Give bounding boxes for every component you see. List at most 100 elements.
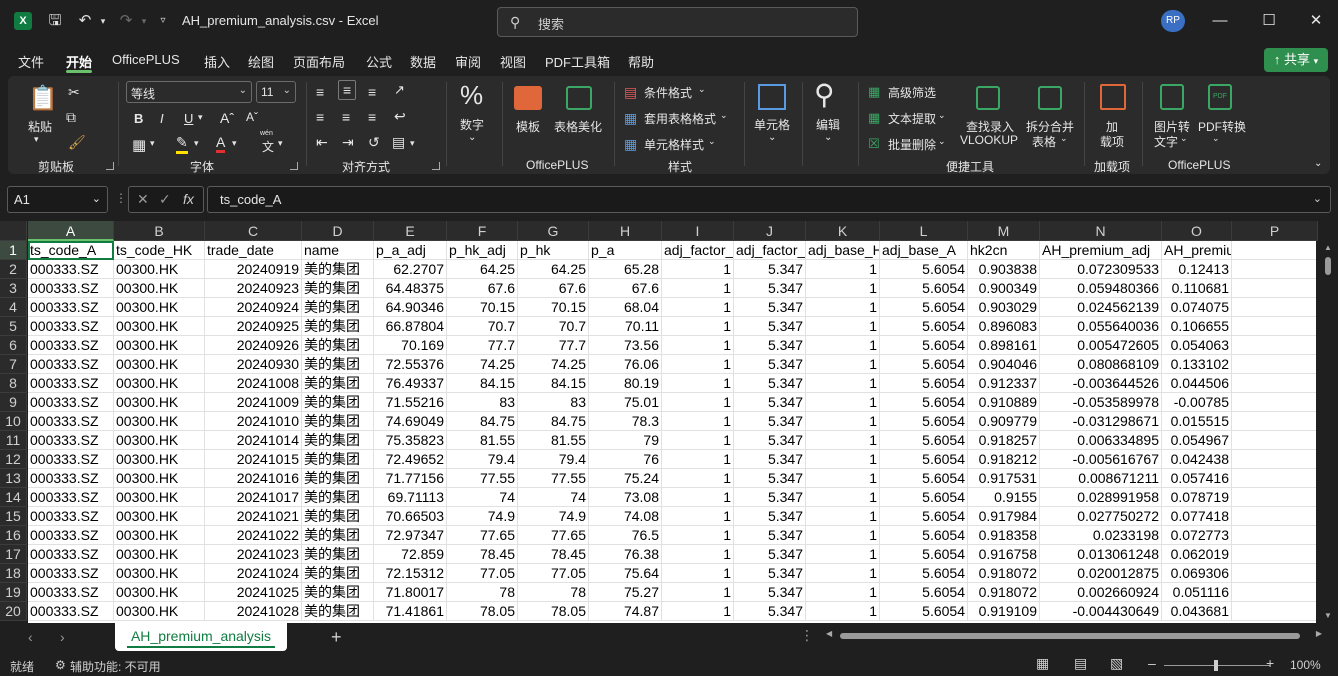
table-cell[interactable]: 1 bbox=[662, 279, 734, 298]
table-cell[interactable]: 1 bbox=[662, 450, 734, 469]
table-cell[interactable]: 64.25 bbox=[447, 260, 518, 279]
table-cell[interactable]: 72.15312 bbox=[374, 564, 447, 583]
table-cell[interactable]: 000333.SZ bbox=[28, 526, 114, 545]
table-cell[interactable]: 00300.HK bbox=[114, 317, 205, 336]
table-cell[interactable]: 5.347 bbox=[734, 279, 806, 298]
cell-styles-icon[interactable]: ▦ bbox=[624, 136, 637, 153]
horizontal-scrollbar[interactable]: ◀ ▶ bbox=[826, 629, 1322, 643]
table-cell[interactable]: 5.6054 bbox=[880, 469, 968, 488]
row-header[interactable]: 3 bbox=[0, 279, 27, 298]
column-header[interactable]: M bbox=[968, 221, 1040, 241]
table-cell[interactable]: -0.005616767 bbox=[1040, 450, 1162, 469]
table-cell[interactable]: 1 bbox=[806, 431, 880, 450]
split-merge-button-line2[interactable]: 表格 bbox=[1032, 133, 1056, 150]
table-cell[interactable] bbox=[1232, 298, 1316, 317]
row-header[interactable]: 2 bbox=[0, 260, 27, 279]
align-middle-icon[interactable]: ≡ bbox=[338, 80, 357, 100]
table-cell[interactable]: 1 bbox=[806, 545, 880, 564]
table-cell[interactable]: 70.11 bbox=[589, 317, 662, 336]
table-cell[interactable]: 000333.SZ bbox=[28, 545, 114, 564]
table-cell[interactable]: 00300.HK bbox=[114, 488, 205, 507]
table-cell[interactable]: 76.06 bbox=[589, 355, 662, 374]
borders-dropdown-icon[interactable]: ▾ bbox=[150, 138, 155, 149]
tab-file[interactable]: 文件 bbox=[18, 52, 44, 71]
table-cell[interactable]: 5.347 bbox=[734, 507, 806, 526]
table-cell[interactable]: 000333.SZ bbox=[28, 488, 114, 507]
table-cell[interactable]: 74.87 bbox=[589, 602, 662, 621]
table-cell[interactable]: 72.55376 bbox=[374, 355, 447, 374]
advanced-filter-button[interactable]: 高级筛选 bbox=[888, 84, 936, 101]
table-cell[interactable]: 20240923 bbox=[205, 279, 302, 298]
table-cell[interactable]: 20241008 bbox=[205, 374, 302, 393]
table-cell[interactable]: 00300.HK bbox=[114, 336, 205, 355]
table-cell[interactable]: 000333.SZ bbox=[28, 279, 114, 298]
borders-icon[interactable]: ▦ bbox=[132, 136, 146, 154]
table-cell[interactable]: 20241017 bbox=[205, 488, 302, 507]
table-beautify-icon[interactable] bbox=[566, 86, 592, 110]
table-cell[interactable]: 65.28 bbox=[589, 260, 662, 279]
table-cell[interactable]: 1 bbox=[662, 355, 734, 374]
table-cell[interactable]: 74.25 bbox=[447, 355, 518, 374]
row-header[interactable]: 18 bbox=[0, 564, 27, 583]
tab-review[interactable]: 审阅 bbox=[455, 52, 481, 71]
tab-view[interactable]: 视图 bbox=[500, 52, 526, 71]
table-cell[interactable]: 5.6054 bbox=[880, 564, 968, 583]
table-cell[interactable]: 0.020012875 bbox=[1040, 564, 1162, 583]
table-cell[interactable]: 0.080868109 bbox=[1040, 355, 1162, 374]
format-painter-icon[interactable]: 🖌 bbox=[68, 134, 86, 151]
template-button[interactable]: 模板 bbox=[516, 118, 540, 135]
hscroll-thumb[interactable] bbox=[840, 633, 1300, 639]
next-sheet-icon[interactable]: › bbox=[60, 629, 65, 645]
split-merge-icon[interactable] bbox=[1038, 86, 1062, 110]
column-header[interactable]: P bbox=[1232, 221, 1318, 241]
table-cell[interactable]: 1 bbox=[662, 374, 734, 393]
scroll-left-icon[interactable]: ◀ bbox=[826, 629, 832, 638]
table-cell[interactable]: 00300.HK bbox=[114, 450, 205, 469]
table-cell[interactable]: 5.347 bbox=[734, 355, 806, 374]
table-cell[interactable]: 美的集团 bbox=[302, 507, 374, 526]
chevron-down-icon[interactable]: ⌄ bbox=[938, 110, 946, 121]
page-layout-view-icon[interactable]: ▤ bbox=[1074, 655, 1087, 672]
table-cell[interactable]: 美的集团 bbox=[302, 298, 374, 317]
table-cell[interactable]: 78.05 bbox=[518, 602, 589, 621]
table-cell[interactable]: 81.55 bbox=[447, 431, 518, 450]
table-cell[interactable]: 0.918358 bbox=[968, 526, 1040, 545]
table-cell[interactable]: 71.77156 bbox=[374, 469, 447, 488]
column-header[interactable]: C bbox=[205, 221, 302, 241]
editing-button[interactable]: 编辑 bbox=[816, 116, 840, 133]
text-extract-icon[interactable]: ▦ bbox=[868, 110, 880, 126]
format-as-table-button[interactable]: 套用表格格式 bbox=[644, 110, 716, 127]
tab-page-layout[interactable]: 页面布局 bbox=[293, 52, 345, 71]
tab-home[interactable]: 开始 bbox=[66, 52, 92, 71]
table-cell[interactable]: 78.45 bbox=[447, 545, 518, 564]
vlookup-icon[interactable] bbox=[976, 86, 1000, 110]
table-cell[interactable]: 20241025 bbox=[205, 583, 302, 602]
table-cell[interactable]: 美的集团 bbox=[302, 564, 374, 583]
name-box[interactable]: A1 ⌄ bbox=[7, 186, 108, 213]
table-cell[interactable]: 0.898161 bbox=[968, 336, 1040, 355]
table-cell[interactable]: 64.48375 bbox=[374, 279, 447, 298]
table-cell[interactable]: 20241023 bbox=[205, 545, 302, 564]
merge-dropdown-icon[interactable]: ▾ bbox=[410, 138, 415, 149]
user-avatar[interactable]: RP bbox=[1161, 10, 1185, 32]
table-cell[interactable]: 79.4 bbox=[518, 450, 589, 469]
italic-button[interactable]: I bbox=[160, 111, 164, 126]
column-header[interactable]: N bbox=[1040, 221, 1162, 241]
text-extract-button[interactable]: 文本提取 bbox=[888, 110, 936, 127]
table-cell[interactable] bbox=[1232, 336, 1316, 355]
row-header[interactable]: 13 bbox=[0, 469, 27, 488]
row-header[interactable]: 19 bbox=[0, 583, 27, 602]
tab-splitter-icon[interactable]: ⋮ bbox=[800, 627, 814, 644]
table-cell[interactable]: 美的集团 bbox=[302, 602, 374, 621]
column-header[interactable]: A bbox=[28, 221, 114, 241]
table-cell[interactable]: 00300.HK bbox=[114, 260, 205, 279]
redo-icon[interactable]: ↷ bbox=[116, 11, 136, 31]
prev-sheet-icon[interactable]: ‹ bbox=[28, 629, 33, 645]
table-cell[interactable]: 72.859 bbox=[374, 545, 447, 564]
table-cell[interactable]: 0.015515 bbox=[1162, 412, 1232, 431]
header-cell[interactable]: trade_date bbox=[205, 241, 302, 260]
table-cell[interactable]: 1 bbox=[806, 526, 880, 545]
table-cell[interactable]: 00300.HK bbox=[114, 602, 205, 621]
table-cell[interactable]: 1 bbox=[662, 393, 734, 412]
table-cell[interactable]: 1 bbox=[806, 355, 880, 374]
